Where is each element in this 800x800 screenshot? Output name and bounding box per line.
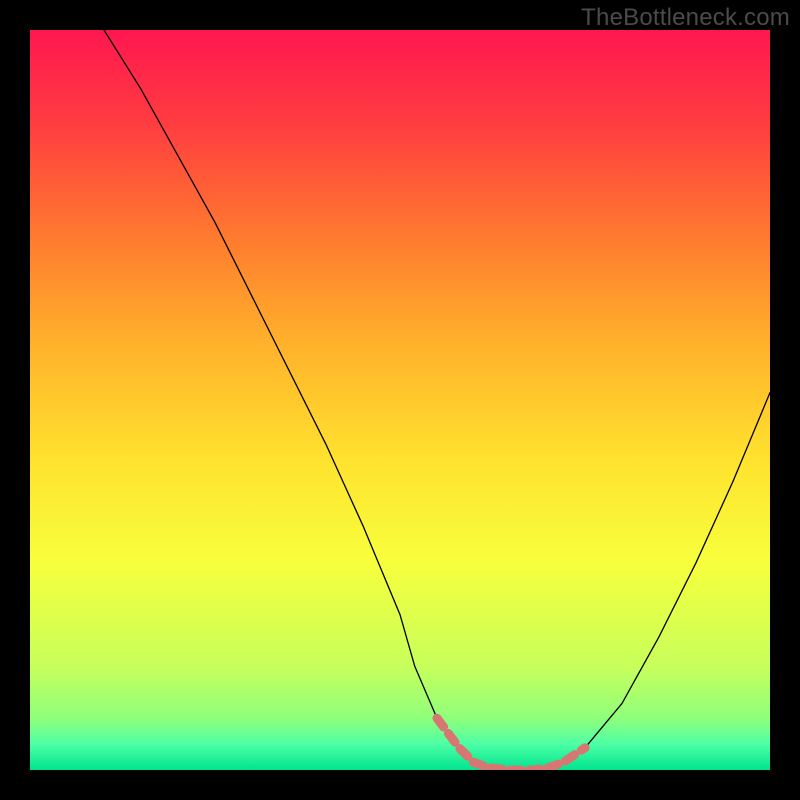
watermark-text: TheBottleneck.com xyxy=(581,4,790,32)
chart-plot-area xyxy=(30,30,770,770)
chart-background xyxy=(30,30,770,770)
chart-svg xyxy=(30,30,770,770)
chart-frame: TheBottleneck.com xyxy=(0,0,800,800)
